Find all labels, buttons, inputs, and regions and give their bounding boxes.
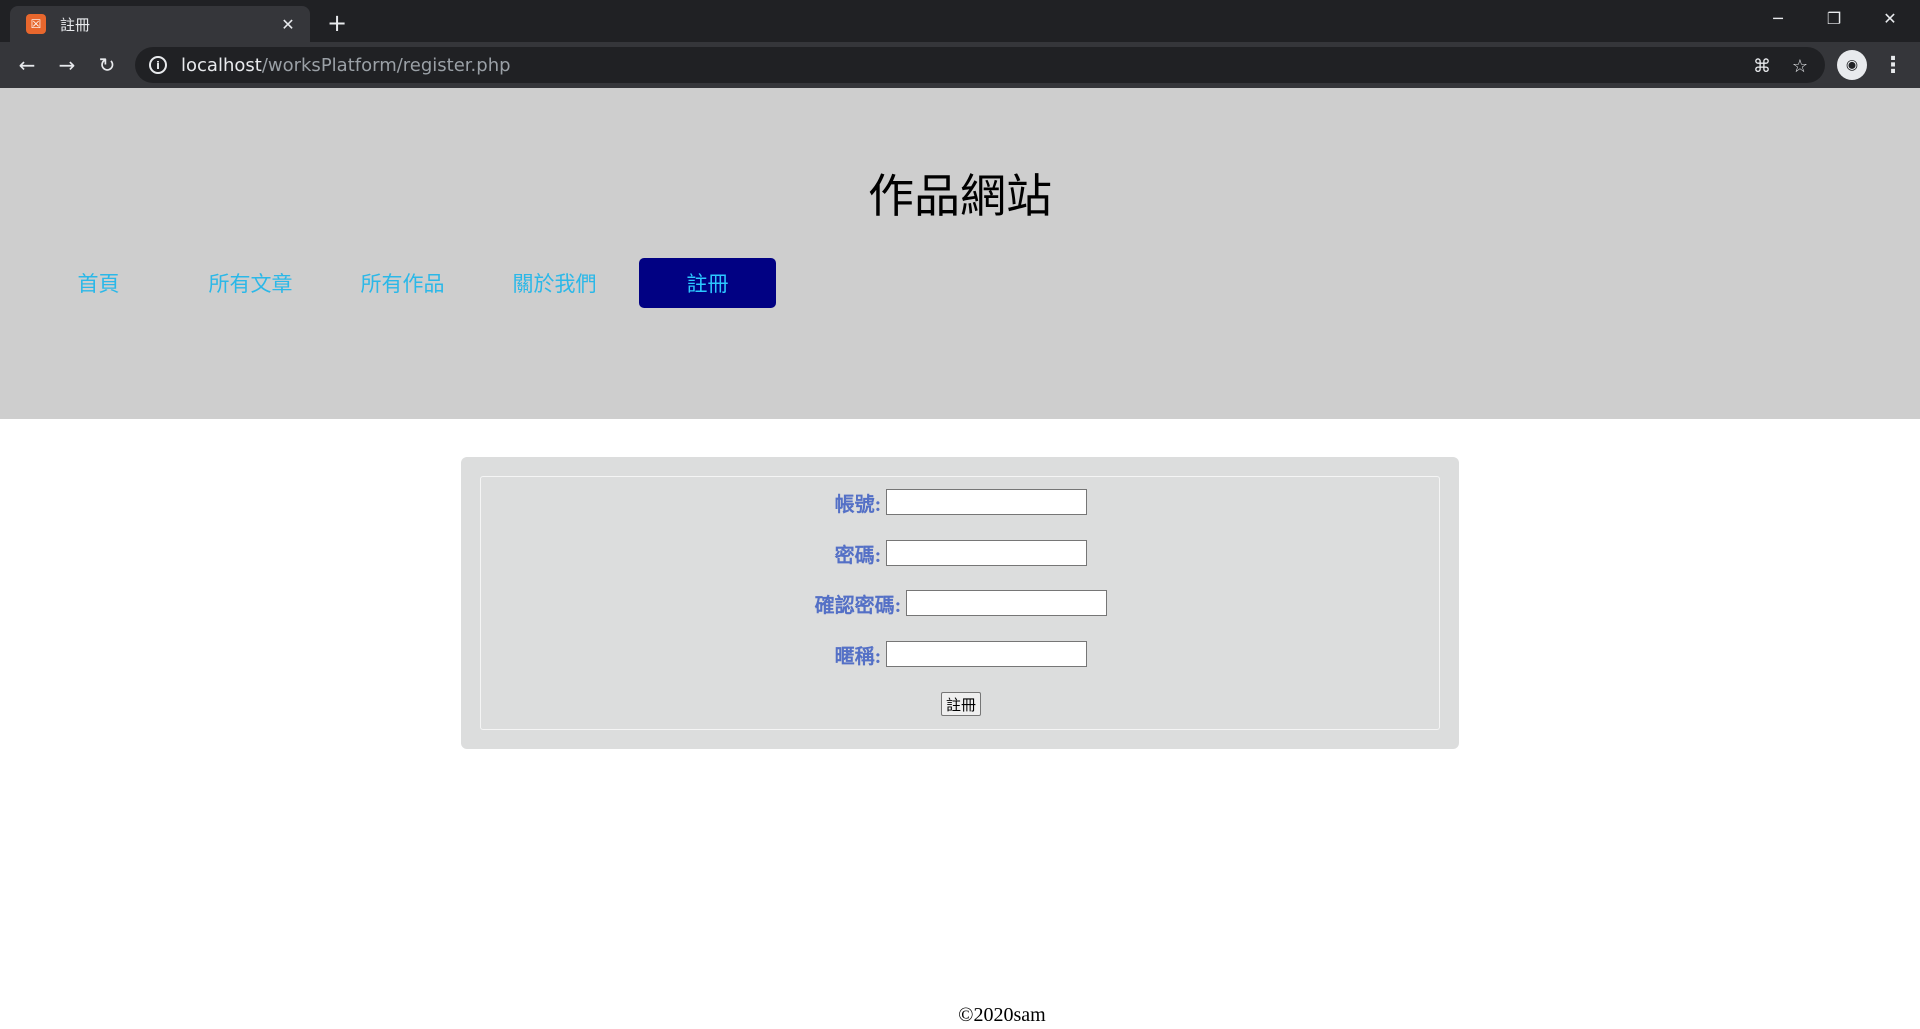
nav-all-works[interactable]: 所有作品 [334,258,471,308]
password-label: 密碼: [834,544,882,567]
site-title: 作品網站 [868,171,1052,222]
nav-home[interactable]: 首頁 [30,258,167,308]
forward-button[interactable]: → [50,48,84,82]
site-info-icon[interactable]: i [149,56,167,74]
confirm-password-input[interactable] [906,590,1108,616]
register-form-panel: 帳號: 密碼: 確認密碼: 暱稱: 註冊 [461,457,1459,749]
url-host: localhost [181,54,262,76]
nickname-row: 暱稱: [481,639,1441,669]
nickname-label: 暱稱: [834,645,882,668]
web-page: 作品網站 首頁 所有文章 所有作品 關於我們 註冊 帳號: 密碼: 確認密碼: [0,88,1920,1029]
nav-register[interactable]: 註冊 [639,258,776,308]
translate-icon[interactable]: ⌘ [1749,53,1775,79]
bookmark-star-icon[interactable]: ☆ [1787,53,1813,79]
account-label: 帳號: [834,493,882,516]
minimize-button[interactable]: ─ [1750,0,1806,36]
submit-row: 註冊 [481,689,1441,719]
password-row: 密碼: [481,538,1441,568]
close-window-button[interactable]: ✕ [1862,0,1918,36]
account-row: 帳號: [481,487,1441,517]
back-button[interactable]: ← [10,48,44,82]
new-tab-button[interactable]: + [322,8,352,38]
url-text: localhost/worksPlatform/register.php [181,55,511,76]
browser-tab[interactable]: ☒ 註冊 ✕ [10,6,310,42]
browser-menu-icon[interactable]: ⋮ [1878,48,1908,82]
password-input[interactable] [886,540,1088,566]
confirm-password-row: 確認密碼: [481,588,1441,618]
tab-title: 註冊 [60,15,91,34]
nav-all-articles[interactable]: 所有文章 [182,258,319,308]
confirm-password-label: 確認密碼: [814,594,902,617]
browser-tab-bar: ☒ 註冊 ✕ + ─ ❐ ✕ [0,0,1920,42]
xampp-icon: ☒ [26,14,46,34]
register-submit-button[interactable]: 註冊 [941,692,981,716]
browser-toolbar: ← → ↻ i localhost/worksPlatform/register… [0,42,1920,88]
nav-about-us[interactable]: 關於我們 [486,258,623,308]
incognito-profile-icon[interactable]: ◉ [1837,50,1867,80]
account-input[interactable] [886,489,1088,515]
nickname-input[interactable] [886,641,1088,667]
address-bar[interactable]: i localhost/worksPlatform/register.php ⌘… [135,47,1825,83]
reload-button[interactable]: ↻ [90,48,124,82]
close-tab-icon[interactable]: ✕ [276,12,300,36]
url-path: /worksPlatform/register.php [261,54,511,76]
site-header: 作品網站 首頁 所有文章 所有作品 關於我們 註冊 [0,88,1920,419]
footer-copyright: ©2020sam [958,1004,1046,1026]
restore-button[interactable]: ❐ [1806,0,1862,36]
register-form: 帳號: 密碼: 確認密碼: 暱稱: 註冊 [480,476,1440,730]
